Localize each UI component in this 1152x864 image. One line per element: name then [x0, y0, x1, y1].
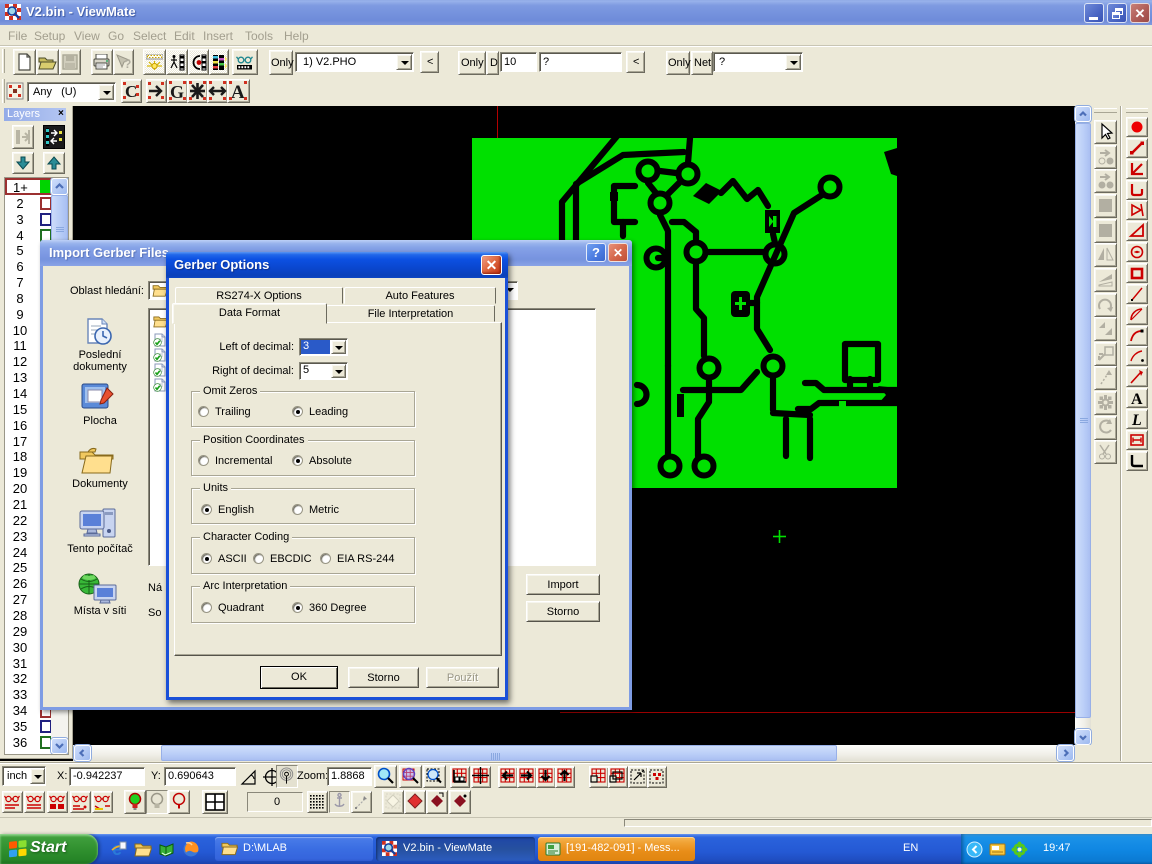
svg-text:A: A [231, 82, 245, 102]
svg-text:C: C [125, 82, 137, 101]
svg-text:A: A [1131, 391, 1143, 407]
svg-text:L: L [1131, 412, 1142, 428]
svg-text:G: G [170, 82, 184, 102]
svg-text:?: ? [124, 57, 131, 71]
